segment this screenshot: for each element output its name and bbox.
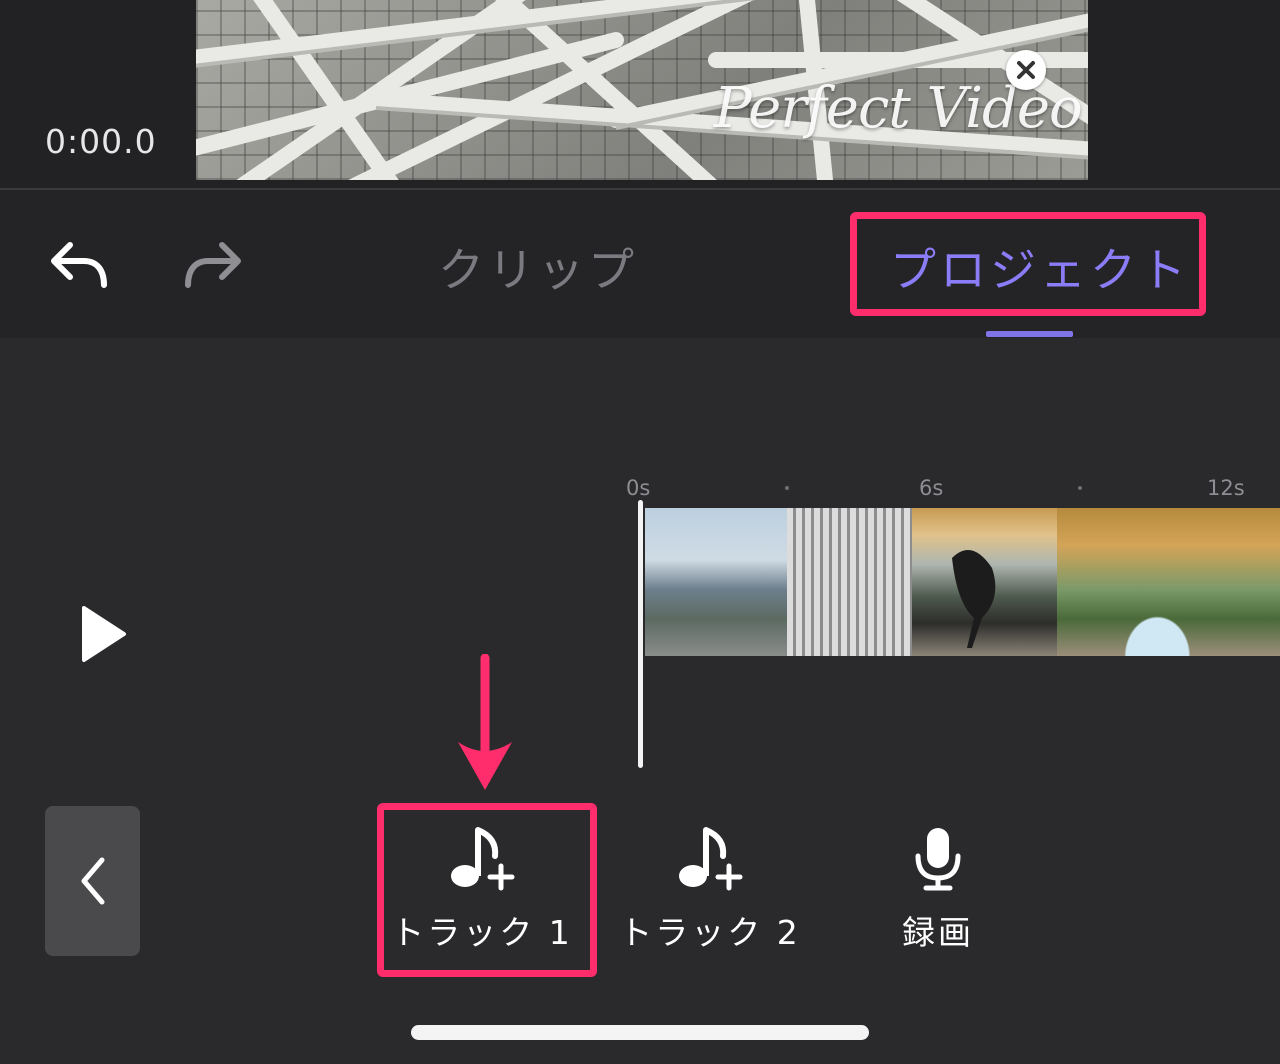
ruler-tick xyxy=(1078,486,1082,490)
back-button[interactable] xyxy=(45,806,140,956)
record-label: 録画 xyxy=(902,913,974,952)
home-indicator[interactable] xyxy=(411,1025,869,1040)
play-button[interactable] xyxy=(80,604,128,668)
annotation-highlight-track-1 xyxy=(377,803,597,977)
undo-button[interactable] xyxy=(46,236,110,290)
play-icon xyxy=(82,606,126,662)
annotation-highlight-project xyxy=(850,212,1206,316)
tower-building-thumbnail xyxy=(787,508,912,656)
ruler-label-0s: 0s xyxy=(626,476,651,500)
sculpture-shape xyxy=(952,550,996,648)
timecode-display: 0:00.0 xyxy=(45,122,157,161)
annotation-arrow-icon xyxy=(458,654,512,790)
ruler-tick xyxy=(785,486,789,490)
active-tab-indicator xyxy=(986,331,1073,337)
redo-icon xyxy=(185,242,241,288)
undo-icon xyxy=(51,242,107,288)
microphone-icon xyxy=(915,828,961,891)
redo-button[interactable] xyxy=(182,236,246,290)
chevron-left-icon xyxy=(81,857,104,905)
video-clip-track[interactable] xyxy=(645,508,1280,656)
ruler-label-6s: 6s xyxy=(919,476,944,500)
record-button[interactable]: 録画 xyxy=(838,826,1038,954)
add-track-2-label: トラック 2 xyxy=(619,913,801,952)
tab-clip[interactable]: クリップ xyxy=(438,234,638,300)
watermark-close-button[interactable] xyxy=(1006,50,1046,90)
close-icon xyxy=(1017,61,1035,79)
sculpture-atrium-thumbnail xyxy=(912,508,1057,656)
music-note-plus-icon xyxy=(679,827,743,891)
timeline-playhead[interactable] xyxy=(638,500,643,768)
arched-walkway-thumbnail xyxy=(1057,508,1280,656)
ruler-label-12s: 12s xyxy=(1207,476,1245,500)
add-track-2-button[interactable]: トラック 2 xyxy=(610,826,810,954)
harbor-skyline-thumbnail xyxy=(645,508,787,656)
